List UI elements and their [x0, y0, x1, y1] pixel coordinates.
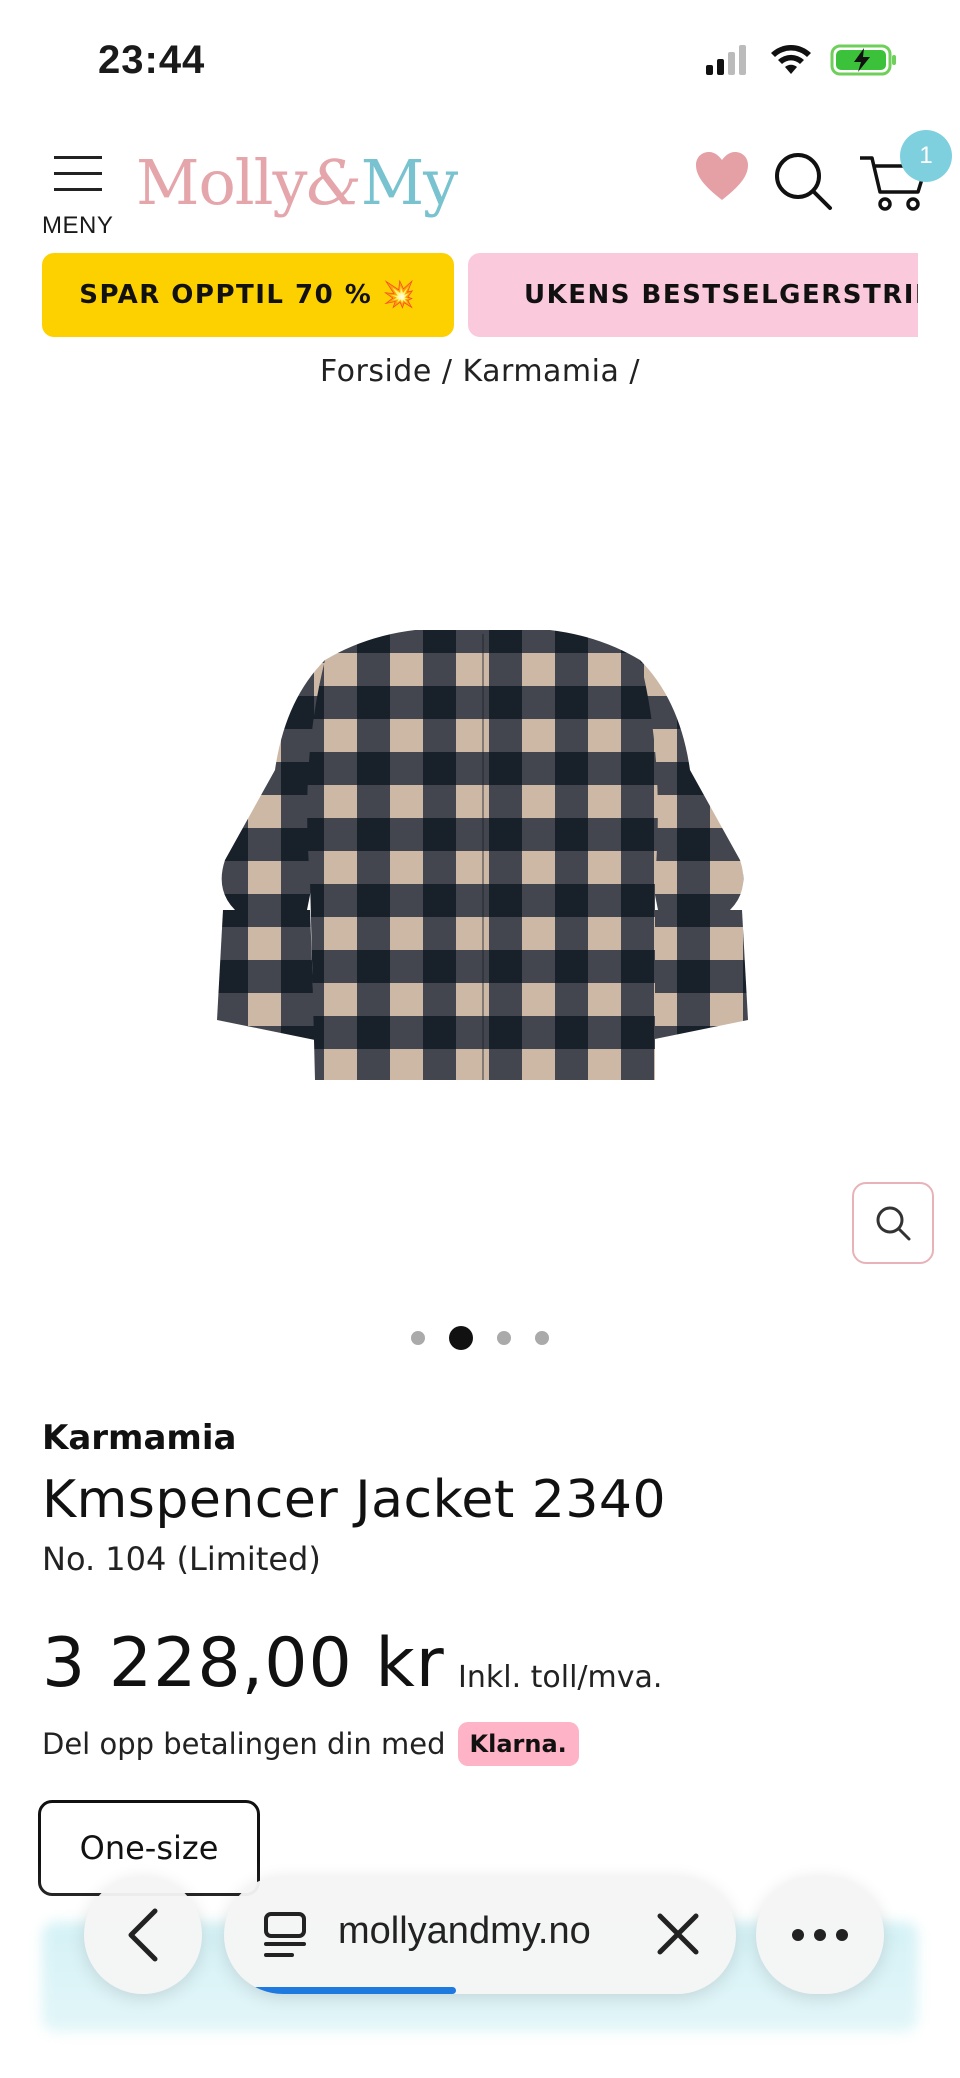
- zoom-search-icon: [876, 1206, 911, 1241]
- gallery-dots: [0, 1326, 960, 1350]
- promo-bestseller-button[interactable]: UKENS BESTSELGERSTRIKK 💖: [468, 253, 918, 337]
- page-menu-icon: [264, 1912, 306, 1957]
- product-brand[interactable]: Karmamia: [42, 1418, 236, 1458]
- signal-icon: [706, 45, 746, 75]
- battery-charging-icon: [830, 44, 896, 76]
- menu-label: MENY: [42, 212, 114, 239]
- product-title: Kmspencer Jacket 2340: [42, 1470, 667, 1530]
- search-icon: [775, 153, 832, 210]
- chevron-left-icon: [128, 1908, 158, 1962]
- status-bar: 23:44: [0, 0, 960, 120]
- promo-row: SPAR OPPTIL 70 % 💥 UKENS BESTSELGERSTRIK…: [42, 253, 918, 337]
- gallery-dot[interactable]: [411, 1331, 425, 1345]
- browser-more-button[interactable]: [756, 1876, 884, 1994]
- status-time: 23:44: [98, 38, 206, 82]
- more-dot: [792, 1929, 804, 1941]
- wishlist-button[interactable]: [694, 150, 754, 210]
- status-icons: [704, 44, 898, 76]
- product-variant: No. 104 (Limited): [42, 1540, 321, 1578]
- klarna-badge[interactable]: Klarna.: [457, 1722, 579, 1766]
- site-logo[interactable]: Molly&My: [136, 146, 458, 219]
- price-note: Inkl. toll/mva.: [458, 1660, 663, 1695]
- more-dot: [814, 1929, 826, 1941]
- close-icon[interactable]: [650, 1906, 706, 1962]
- promo-sale-button[interactable]: SPAR OPPTIL 70 % 💥: [42, 253, 454, 337]
- klarna-row: Del opp betalingen din med Klarna.: [42, 1722, 579, 1766]
- site-header: MENY Molly&My 1: [0, 130, 960, 240]
- gallery-dot-active[interactable]: [449, 1326, 473, 1350]
- menu-button[interactable]: MENY: [40, 144, 120, 239]
- browser-back-button[interactable]: [84, 1876, 202, 1994]
- product-image[interactable]: [215, 620, 750, 1090]
- browser-url: mollyandmy.no: [338, 1910, 591, 1952]
- cart-count-badge: 1: [900, 130, 952, 182]
- more-dot: [836, 1929, 848, 1941]
- gallery-dot[interactable]: [535, 1331, 549, 1345]
- gallery-dot[interactable]: [497, 1331, 511, 1345]
- heart-icon: [696, 152, 748, 200]
- product-price: 3 228,00 kr: [42, 1624, 445, 1703]
- browser-address-bar[interactable]: mollyandmy.no: [224, 1876, 736, 1994]
- klarna-text: Del opp betalingen din med: [42, 1727, 446, 1761]
- zoom-button[interactable]: [852, 1182, 934, 1264]
- wifi-icon: [771, 45, 811, 74]
- breadcrumb[interactable]: Forside / Karmamia /: [0, 354, 960, 389]
- search-button[interactable]: [772, 150, 836, 214]
- page-load-progress: [252, 1987, 456, 1994]
